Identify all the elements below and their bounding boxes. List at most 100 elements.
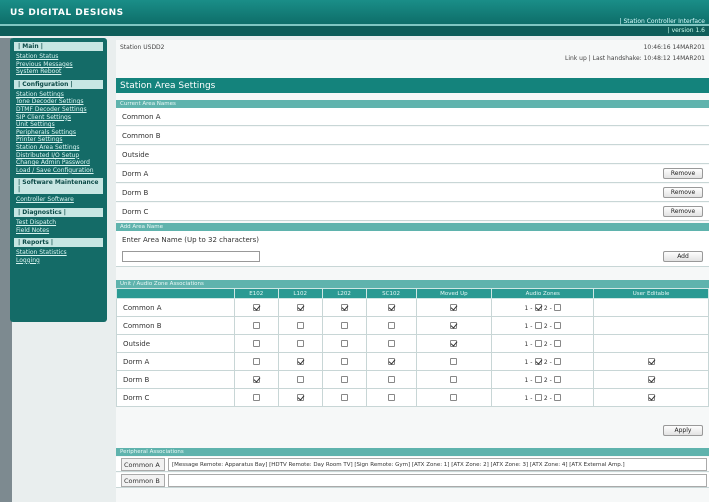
remove-area-button[interactable]: Remove (663, 168, 703, 179)
unit-cell (365, 334, 417, 353)
checkbox-unchecked[interactable] (387, 394, 395, 401)
checkbox-unchecked[interactable] (554, 358, 561, 365)
checkbox-checked[interactable] (387, 358, 395, 365)
checkbox-unchecked[interactable] (252, 394, 260, 401)
audio-zones-cell: 1 - 2 - (491, 352, 595, 371)
checkbox-checked[interactable] (647, 394, 655, 401)
checkbox-checked[interactable] (647, 376, 655, 383)
sidebar-link[interactable]: Tone Decoder Settings (14, 98, 103, 106)
peripheral-assignments-field[interactable] (168, 474, 707, 487)
sidebar-section-heading: | Software Maintenance | (14, 178, 103, 195)
sidebar-link[interactable]: Load / Save Configuration (14, 167, 103, 175)
checkbox-unchecked[interactable] (534, 394, 542, 401)
checkbox-unchecked[interactable] (387, 340, 395, 347)
checkbox-unchecked[interactable] (387, 322, 395, 329)
checkbox-checked[interactable] (252, 304, 260, 311)
checkbox-unchecked[interactable] (554, 376, 561, 383)
sidebar-link[interactable]: Unit Settings (14, 121, 103, 129)
checkbox-checked[interactable] (252, 376, 260, 383)
peripheral-assignments-field[interactable]: [Message Remote: Apparatus Bay] [HDTV Re… (168, 458, 707, 471)
checkbox-checked[interactable] (387, 304, 395, 311)
main-content: Station USDD2 10:46:16 14MAR201 Link up … (116, 40, 709, 502)
checkbox-checked[interactable] (296, 304, 304, 311)
zone-2-label: 2 - (543, 394, 552, 402)
checkbox-checked[interactable] (296, 358, 304, 365)
checkbox-unchecked[interactable] (534, 340, 542, 347)
sidebar-link[interactable]: Station Area Settings (14, 144, 103, 152)
association-area-name: Common A (116, 298, 235, 317)
peripheral-area-label: Common A (121, 458, 165, 471)
area-name: Outside (122, 151, 150, 159)
checkbox-checked[interactable] (534, 358, 542, 365)
apply-button[interactable]: Apply (663, 425, 703, 436)
unit-cell (321, 316, 367, 335)
moved-up-cell (415, 352, 493, 371)
sidebar-link[interactable]: Field Notes (14, 227, 103, 235)
sidebar-link[interactable]: Printer Settings (14, 136, 103, 144)
add-area-prompt: Enter Area Name (Up to 32 characters) (122, 236, 260, 244)
checkbox-unchecked[interactable] (554, 340, 561, 347)
unit-cell (365, 352, 417, 371)
checkbox-unchecked[interactable] (554, 322, 561, 329)
checkbox-unchecked[interactable] (252, 322, 260, 329)
sidebar-link[interactable]: Peripherals Settings (14, 129, 103, 137)
checkbox-checked[interactable] (340, 304, 348, 311)
zone-2-label: 2 - (543, 358, 552, 366)
app-title: | Station Controller Interface (619, 18, 705, 25)
checkbox-checked[interactable] (296, 394, 304, 401)
remove-area-button[interactable]: Remove (663, 187, 703, 198)
unit-cell (233, 370, 279, 389)
area-name: Dorm A (122, 170, 149, 178)
sidebar-link[interactable]: DTMF Decoder Settings (14, 106, 103, 114)
add-button[interactable]: Add (663, 251, 703, 262)
associations-heading: Unit / Audio Zone Associations (116, 280, 709, 288)
checkbox-unchecked[interactable] (252, 340, 260, 347)
sidebar-link[interactable]: System Reboot (14, 68, 103, 76)
checkbox-unchecked[interactable] (340, 358, 348, 365)
checkbox-unchecked[interactable] (450, 358, 458, 365)
sidebar-link[interactable]: Logging (14, 257, 103, 265)
checkbox-unchecked[interactable] (450, 394, 458, 401)
checkbox-checked[interactable] (450, 340, 458, 347)
checkbox-unchecked[interactable] (387, 376, 395, 383)
user-editable-cell (593, 298, 709, 317)
sidebar-link[interactable]: Test Dispatch (14, 219, 103, 227)
checkbox-unchecked[interactable] (534, 322, 542, 329)
checkbox-unchecked[interactable] (340, 322, 348, 329)
sidebar-link[interactable]: SIP Client Settings (14, 114, 103, 122)
zone-1-label: 1 - (524, 322, 533, 330)
checkbox-checked[interactable] (450, 304, 458, 311)
sidebar-section-heading: | Reports | (14, 238, 103, 248)
checkbox-unchecked[interactable] (252, 358, 260, 365)
unit-cell (321, 352, 367, 371)
association-area-name: Dorm A (116, 352, 235, 371)
checkbox-unchecked[interactable] (340, 394, 348, 401)
sidebar-link[interactable]: Station Status (14, 53, 103, 61)
sidebar-link[interactable]: Distributed I/O Setup (14, 152, 103, 160)
sidebar-link[interactable]: Station Statistics (14, 249, 103, 257)
checkbox-unchecked[interactable] (340, 340, 348, 347)
audio-zones-cell: 1 - 2 - (491, 298, 595, 317)
checkbox-unchecked[interactable] (554, 304, 561, 311)
sidebar-link[interactable]: Controller Software (14, 196, 103, 204)
sidebar-link[interactable]: Change Admin Password (14, 159, 103, 167)
station-name: Station USDD2 (120, 44, 165, 51)
sidebar-link[interactable]: Previous Messages (14, 61, 103, 69)
checkbox-unchecked[interactable] (340, 376, 348, 383)
checkbox-checked[interactable] (450, 322, 458, 329)
remove-area-button[interactable]: Remove (663, 206, 703, 217)
checkbox-checked[interactable] (534, 304, 542, 311)
checkbox-checked[interactable] (647, 358, 655, 365)
area-row: Outside (116, 146, 709, 164)
zone-2-label: 2 - (543, 322, 552, 330)
area-name-input[interactable] (122, 251, 260, 262)
sidebar-link[interactable]: Station Settings (14, 91, 103, 99)
checkbox-unchecked[interactable] (554, 394, 561, 401)
checkbox-unchecked[interactable] (296, 376, 304, 383)
checkbox-unchecked[interactable] (534, 376, 542, 383)
checkbox-unchecked[interactable] (450, 376, 458, 383)
moved-up-cell (415, 316, 493, 335)
area-name: Dorm B (122, 189, 149, 197)
checkbox-unchecked[interactable] (296, 322, 304, 329)
checkbox-unchecked[interactable] (296, 340, 304, 347)
